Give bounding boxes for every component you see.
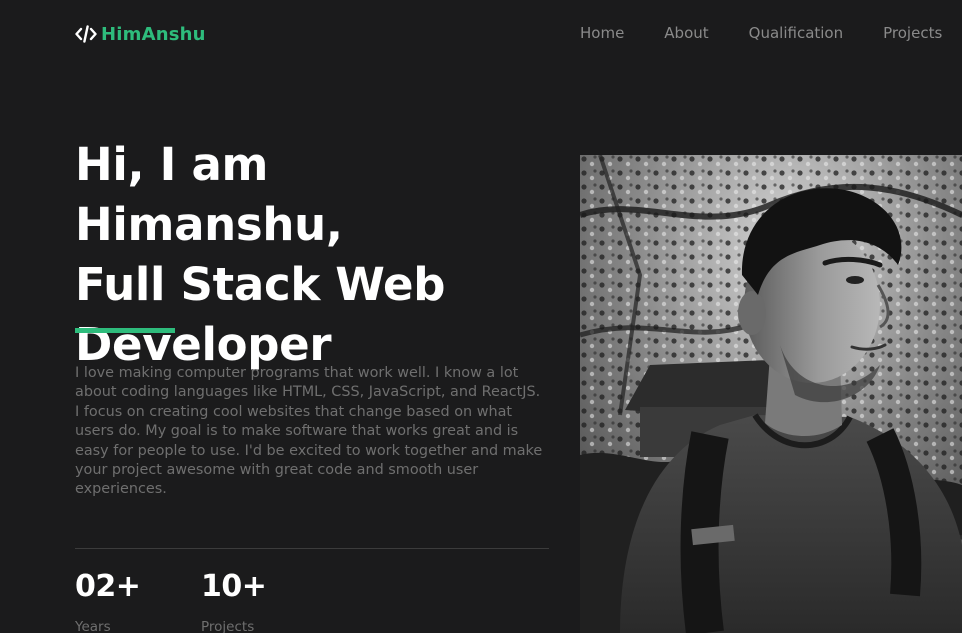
nav-item-home[interactable]: Home (580, 24, 624, 42)
code-brackets-icon (75, 25, 97, 43)
stat-years: 02+ Years (75, 568, 141, 633)
stat-years-value: 02+ (75, 569, 141, 604)
hero-title: Hi, I am Himanshu, Full Stack Web Develo… (75, 135, 545, 375)
stat-projects-value: 10+ (201, 569, 267, 604)
stat-projects-label: Projects (201, 619, 255, 633)
intro-paragraph: I love making computer programs that wor… (75, 365, 543, 498)
logo-link[interactable]: HimAnshu (75, 22, 206, 46)
nav-item-about[interactable]: About (664, 24, 708, 42)
portfolio-page: HimAnshu Home About Qualification Projec… (0, 0, 962, 633)
hero-title-line-2: Full Stack Web (75, 258, 446, 311)
main-nav: Home About Qualification Projects (580, 24, 962, 42)
profile-photo (580, 155, 962, 633)
logo-text: HimAnshu (101, 23, 206, 45)
title-accent-bar (75, 328, 175, 333)
stat-projects: 10+ Projects (201, 568, 267, 633)
nav-item-projects[interactable]: Projects (883, 24, 942, 42)
hero-title-line-1: Hi, I am Himanshu, (75, 138, 343, 251)
stats-divider (75, 548, 549, 549)
stat-years-label: Years (75, 619, 111, 633)
nav-item-qualification[interactable]: Qualification (749, 24, 843, 42)
